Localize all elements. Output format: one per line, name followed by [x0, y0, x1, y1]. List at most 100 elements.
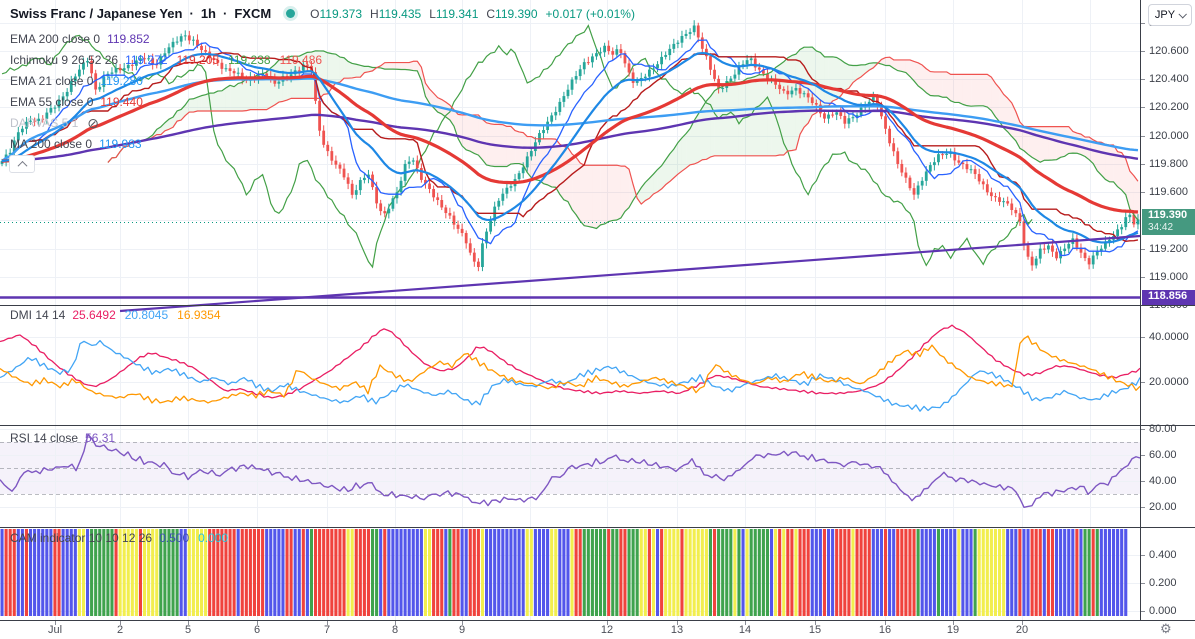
time-axis[interactable]: Jul 2 5 6 7 8 9 12 13 14 15 16 19 20 [0, 620, 1195, 639]
price-axis-label: 0.200 [1149, 577, 1177, 589]
axis-tick [1141, 23, 1145, 24]
ohlc-letter: L [429, 6, 436, 21]
time-axis-label: 13 [670, 624, 684, 636]
legend-row-ichimoku[interactable]: Ichimoku 9 26 52 26 119.272 119.205 119.… [10, 52, 331, 68]
change-value: +0.017 (+0.01%) [545, 6, 635, 21]
time-axis-label: 14 [738, 624, 752, 636]
price-axis-label: 20.00 [1149, 501, 1177, 513]
dmi-pane-canvas[interactable] [0, 306, 1140, 425]
price-axis-label: 20.0000 [1149, 376, 1189, 388]
legend-row-darvas[interactable]: DARVAS 5 1 ⊘ [10, 115, 99, 131]
price-axis-label: 0.000 [1149, 605, 1177, 617]
price-axis-label: 40.0000 [1149, 331, 1189, 343]
symbol-title[interactable]: Swiss Franc / Japanese Yen [10, 6, 182, 21]
scales-settings-gear-icon[interactable]: ⚙ [1160, 621, 1172, 637]
indicator-label: DARVAS 5 1 [10, 116, 79, 130]
axis-tick [1141, 611, 1145, 612]
axis-tick [1141, 583, 1145, 584]
indicator-value: 119.272 [125, 53, 168, 67]
price-axis-label: 119.800 [1149, 158, 1188, 170]
axis-tick [1141, 382, 1145, 383]
ohlc-values: O119.373 H119.435 L119.341 C119.390 +0.0… [310, 7, 635, 21]
legend-row-ema200[interactable]: EMA 200 close 0 119.852 [10, 31, 159, 47]
axis-tick [1141, 107, 1145, 108]
exchange-label[interactable]: FXCM [234, 6, 271, 21]
indicator-value: 119.280 [100, 74, 143, 88]
price-chart-canvas[interactable] [0, 0, 1140, 305]
legend-row-cam[interactable]: CAM indicator 10 10 12 26 0.500 0.000 [10, 530, 237, 546]
indicator-value: 119.238 [228, 53, 271, 67]
axis-tick [1141, 192, 1145, 193]
rsi-pane-canvas[interactable] [0, 426, 1140, 527]
price-axis-label: 120.000 [1149, 130, 1189, 142]
time-axis-label: 7 [323, 624, 331, 636]
level-price-badge: 118.856 [1142, 290, 1195, 305]
price-axis-label: 119.000 [1149, 271, 1188, 283]
indicator-label: Ichimoku 9 26 52 26 [10, 53, 119, 67]
indicator-label: EMA 21 close 0 [10, 74, 94, 88]
indicator-value: 0.500 [159, 531, 190, 545]
level-price-value: 118.856 [1148, 290, 1188, 302]
time-axis-label: 12 [600, 624, 614, 636]
axis-tick [1141, 164, 1145, 165]
price-axis-label: 120.400 [1149, 73, 1189, 85]
currency-scale-button[interactable]: JPY [1148, 4, 1192, 26]
axis-tick [1141, 337, 1145, 338]
symbol-header: Swiss Franc / Japanese Yen · 1h · FXCM O… [10, 6, 635, 21]
axis-tick [1141, 455, 1145, 456]
price-axis-label: 119.600 [1149, 186, 1188, 198]
time-axis-label: 2 [116, 624, 124, 636]
time-axis-label: 19 [946, 624, 960, 636]
indicator-value: 0.000 [198, 531, 229, 545]
indicator-label: CAM indicator 10 10 12 26 [10, 531, 153, 545]
axis-tick [1141, 429, 1145, 430]
indicator-value: 119.205 [176, 53, 220, 67]
axis-tick [1141, 555, 1145, 556]
last-price-badge: 119.390 34:42 [1142, 209, 1195, 235]
legend-row-rsi[interactable]: RSI 14 close 56.31 [10, 430, 124, 446]
axis-tick [1141, 51, 1145, 52]
axis-tick [1141, 79, 1145, 80]
indicator-value: 56.31 [85, 431, 116, 445]
collapse-legend-button[interactable] [9, 155, 35, 173]
pane-separator[interactable] [0, 305, 1195, 306]
legend-row-ma200[interactable]: MA 200 close 0 119.983 [10, 136, 151, 152]
indicator-value: 16.9354 [177, 308, 221, 322]
close-value: 119.390 [495, 6, 538, 21]
indicator-label: MA 200 close 0 [10, 137, 93, 151]
indicator-value: 20.8045 [124, 308, 169, 322]
indicator-value: 119.983 [99, 137, 142, 151]
axis-tick [1141, 507, 1145, 508]
currency-label: JPY [1154, 9, 1176, 21]
time-axis-label: 9 [458, 624, 466, 636]
indicator-value: 119.852 [107, 32, 150, 46]
low-value: 119.341 [435, 6, 479, 21]
legend-row-dmi[interactable]: DMI 14 14 25.6492 20.8045 16.9354 [10, 307, 230, 323]
indicator-label: EMA 200 close 0 [10, 32, 101, 46]
market-status-icon[interactable] [286, 9, 296, 18]
chevron-up-icon [17, 160, 27, 171]
eye-off-icon[interactable]: ⊘ [87, 116, 99, 130]
pane-separator[interactable] [0, 425, 1195, 426]
time-axis-label: 20 [1015, 624, 1029, 636]
axis-tick [1141, 481, 1145, 482]
price-axis-label: 60.00 [1149, 449, 1177, 461]
time-axis-label: 8 [391, 624, 399, 636]
axis-tick [1141, 136, 1145, 137]
interval-label[interactable]: 1h [201, 6, 216, 21]
legend-row-ema55[interactable]: EMA 55 close 0 119.440 [10, 94, 152, 110]
price-axis-label: 119.200 [1149, 243, 1188, 255]
ohlc-letter: C [486, 6, 496, 21]
price-axis-label: 0.400 [1149, 549, 1177, 561]
pane-separator[interactable] [0, 527, 1195, 528]
time-axis-label: Jul [47, 624, 63, 636]
high-value: 119.435 [378, 6, 422, 21]
indicator-label: EMA 55 close 0 [10, 95, 94, 109]
time-axis-label: 15 [808, 624, 822, 636]
indicator-value: 119.486 [279, 53, 323, 67]
time-axis-label: 6 [253, 624, 261, 636]
axis-tick [1141, 249, 1145, 250]
time-axis-label: 5 [184, 624, 192, 636]
axis-tick [1141, 277, 1145, 278]
legend-row-ema21[interactable]: EMA 21 close 0 119.280 [10, 73, 152, 89]
